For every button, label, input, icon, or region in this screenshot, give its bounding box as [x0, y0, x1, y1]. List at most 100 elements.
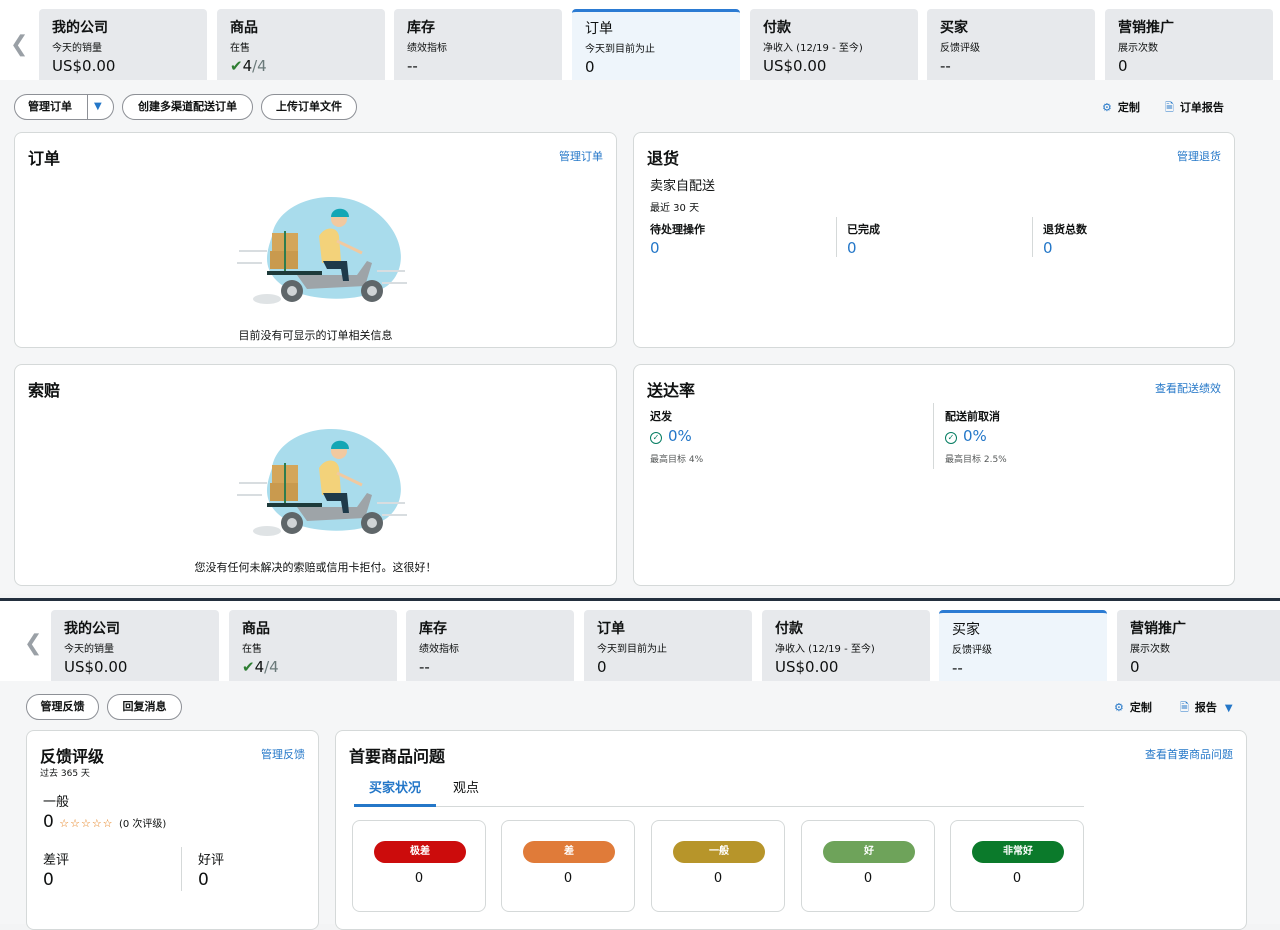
orders-card: 订单 管理订单 目前没有可显示的订单相关信息	[14, 132, 617, 348]
split-divider	[87, 95, 88, 119]
tab-title: 买家	[952, 622, 980, 638]
manage-returns-link[interactable]: 管理退货	[1177, 148, 1221, 164]
tab-value: US$0.00	[763, 57, 827, 75]
tab-orders[interactable]: 订单 今天到目前为止 0	[584, 610, 752, 681]
negative-value: 0	[43, 870, 54, 890]
tab-value: 0	[597, 658, 607, 676]
stat-label: 待处理操作	[650, 223, 705, 236]
tab-title: 我的公司	[64, 621, 120, 637]
manage-feedback-link[interactable]: 管理反馈	[261, 746, 305, 762]
manage-orders-link[interactable]: 管理订单	[559, 148, 603, 164]
view-delivery-performance-link[interactable]: 查看配送绩效	[1155, 380, 1221, 396]
tab-products[interactable]: 商品 在售 ✔4/4	[217, 9, 385, 80]
upload-order-file-button[interactable]: 上传订单文件	[261, 94, 357, 120]
tab-subtitle: 今天到目前为止	[585, 44, 655, 55]
order-report-link[interactable]: 🗎 订单报告	[1165, 99, 1224, 118]
customize-link[interactable]: ⚙ 定制	[1102, 99, 1140, 115]
rating-pill: 差	[523, 841, 615, 863]
tab-value: --	[419, 658, 430, 676]
caret-down-icon[interactable]: ▼	[94, 95, 102, 119]
rating-box-fair[interactable]: 一般 0	[651, 820, 785, 912]
tab-subtitle: 今天到目前为止	[597, 644, 667, 655]
check-circle-icon: ✔	[242, 658, 255, 676]
tab-value: ✔4/4	[230, 57, 372, 75]
tab-value: ✔4/4	[242, 658, 384, 676]
returns-period: 最近 30 天	[650, 203, 700, 214]
rating-count: (0 次评级)	[118, 819, 167, 830]
returns-card: 退货 管理退货 卖家自配送 最近 30 天 待处理操作 0 已完成 0 退货总数…	[633, 132, 1235, 348]
tab-my-company[interactable]: 我的公司 今天的销量 US$0.00	[39, 9, 207, 80]
report-label: 报告	[1194, 701, 1217, 714]
rating-box-poor[interactable]: 差 0	[501, 820, 635, 912]
check-circle-icon: ✔	[230, 57, 243, 75]
tab-orders[interactable]: 订单 今天到目前为止 0	[572, 9, 740, 80]
tab-value-total: /4	[252, 57, 267, 75]
tab-inventory[interactable]: 库存 绩效指标 --	[406, 610, 574, 681]
manage-orders-split-button: 管理订单 ▼	[14, 94, 114, 120]
tab-payments[interactable]: 付款 净收入 (12/19 - 至今) US$0.00	[762, 610, 930, 681]
rating-box-good[interactable]: 好 0	[801, 820, 935, 912]
rating-box-very-good[interactable]: 非常好 0	[950, 820, 1084, 912]
card-title: 首要商品问题	[349, 747, 446, 766]
tab-value: US$0.00	[52, 57, 116, 75]
star-rating-icon: ☆☆☆☆☆	[59, 817, 114, 830]
report-dropdown[interactable]: 🗎 报告 ▼	[1180, 699, 1233, 718]
tab-value: US$0.00	[775, 658, 839, 676]
tab-inventory[interactable]: 库存 绩效指标 --	[394, 9, 562, 80]
tab-title: 我的公司	[52, 20, 108, 36]
manage-feedback-button[interactable]: 管理反馈	[26, 694, 99, 720]
rating-pill: 极差	[374, 841, 466, 863]
feedback-period: 过去 365 天	[40, 769, 90, 779]
customize-link[interactable]: ⚙ 定制	[1114, 699, 1152, 715]
tab-marketing[interactable]: 营销推广 展示次数 0	[1105, 9, 1273, 80]
tab-buyer-status[interactable]: 买家状况	[354, 779, 437, 807]
tab-subtitle: 今天的销量	[64, 644, 114, 655]
product-issue-tabs: 买家状况 观点	[354, 779, 1084, 807]
delivery-rate-card: 送达率 查看配送绩效 迟发 ✓ 0% 最高目标 4% 配送前取消 ✓ 0% 最高目标…	[633, 364, 1235, 586]
stat-label: 已完成	[847, 223, 880, 236]
scooter-illustration	[237, 429, 407, 536]
order-report-label: 订单报告	[1179, 101, 1224, 114]
divider	[181, 847, 182, 891]
view-top-product-issues-link[interactable]: 查看首要商品问题	[1145, 746, 1233, 762]
rating-pill: 一般	[673, 841, 765, 863]
tab-products[interactable]: 商品 在售 ✔4/4	[229, 610, 397, 681]
create-mcf-order-button[interactable]: 创建多渠道配送订单	[122, 94, 253, 120]
stat-value-total[interactable]: 0	[1043, 239, 1053, 257]
manage-orders-button[interactable]: 管理订单	[15, 100, 72, 113]
document-icon: 🗎	[1165, 101, 1174, 114]
card-title: 订单	[28, 149, 61, 168]
reply-messages-button[interactable]: 回复消息	[107, 694, 182, 720]
stat-label: 配送前取消	[945, 410, 1000, 423]
tab-buyers[interactable]: 买家 反馈评级 --	[939, 610, 1107, 681]
rating-box-very-poor[interactable]: 极差 0	[352, 820, 486, 912]
target-text: 最高目标 2.5%	[945, 455, 1007, 465]
late-shipment-rate[interactable]: ✓ 0%	[650, 427, 692, 445]
tab-subtitle: 反馈评级	[952, 645, 992, 656]
divider	[836, 217, 837, 257]
card-title: 送达率	[647, 381, 696, 400]
tab-value-total: /4	[264, 658, 279, 676]
tab-marketing[interactable]: 营销推广 展示次数 0	[1117, 610, 1280, 681]
tab-value-count: 4	[242, 57, 253, 75]
orders-empty-message: 目前没有可显示的订单相关信息	[238, 329, 393, 342]
claims-card: 索赔 您没有任何未解决的索赔或信用卡拒付。这很好！	[14, 364, 617, 586]
tab-buyers[interactable]: 买家 反馈评级 --	[927, 9, 1095, 80]
stat-value-completed[interactable]: 0	[847, 239, 857, 257]
scooter-illustration	[237, 197, 407, 304]
score-value: 0	[43, 812, 54, 832]
pre-ship-cancel-rate[interactable]: ✓ 0%	[945, 427, 987, 445]
positive-label: 好评	[198, 853, 225, 868]
tab-payments[interactable]: 付款 净收入 (12/19 - 至今) US$0.00	[750, 9, 918, 80]
tab-my-company[interactable]: 我的公司 今天的销量 US$0.00	[51, 610, 219, 681]
tab-subtitle: 净收入 (12/19 - 至今)	[763, 43, 863, 54]
tab-opinions[interactable]: 观点	[438, 779, 494, 807]
gear-icon: ⚙	[1114, 701, 1124, 714]
feedback-rating-card: 反馈评级 管理反馈 过去 365 天 一般 0 ☆☆☆☆☆ (0 次评级) 差评…	[26, 730, 319, 930]
chevron-left-icon[interactable]: ❮	[24, 631, 42, 656]
target-text: 最高目标 4%	[650, 455, 704, 465]
tab-title: 商品	[242, 621, 270, 637]
chevron-left-icon[interactable]: ❮	[10, 32, 28, 57]
tab-value: --	[940, 57, 951, 75]
stat-value-pending[interactable]: 0	[650, 239, 660, 257]
